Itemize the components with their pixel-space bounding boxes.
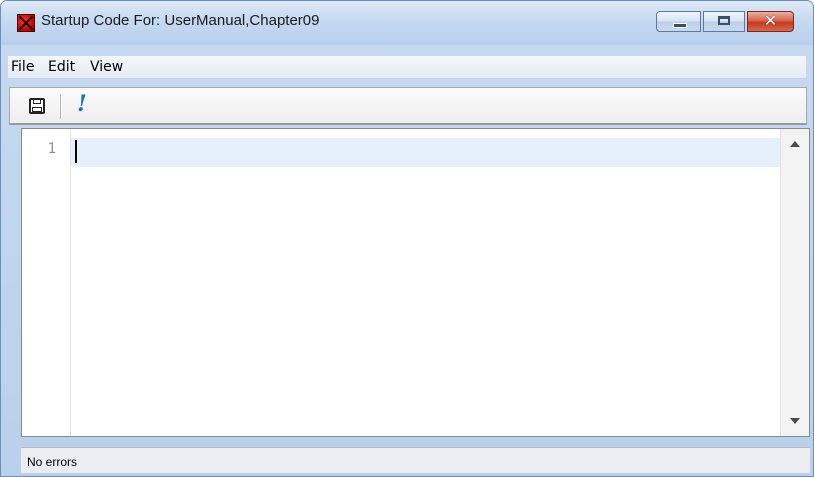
status-bar: No errors xyxy=(21,447,810,473)
menu-file[interactable]: File xyxy=(11,59,34,75)
maximize-button[interactable] xyxy=(703,11,745,32)
current-line-highlight xyxy=(71,138,781,167)
vertical-scrollbar[interactable] xyxy=(780,129,809,436)
minimize-icon xyxy=(673,23,687,28)
close-button[interactable]: ✕ xyxy=(747,11,794,32)
application-window: Startup Code For: UserManual,Chapter09 ✕… xyxy=(0,0,814,477)
line-number-gutter: 1 xyxy=(22,129,71,436)
maximize-icon xyxy=(718,16,730,25)
menu-bar: File Edit View xyxy=(8,56,806,79)
close-icon: ✕ xyxy=(763,11,778,30)
line-number: 1 xyxy=(47,141,56,157)
title-bar[interactable]: Startup Code For: UserManual,Chapter09 ✕ xyxy=(1,1,813,45)
app-icon[interactable] xyxy=(17,14,35,32)
scroll-up-icon[interactable] xyxy=(790,141,800,147)
menu-view[interactable]: View xyxy=(90,59,123,75)
run-exclamation-icon[interactable]: ! xyxy=(75,91,89,117)
text-cursor xyxy=(75,140,77,163)
minimize-button[interactable] xyxy=(656,11,701,32)
window-title: Startup Code For: UserManual,Chapter09 xyxy=(41,12,320,29)
menu-edit[interactable]: Edit xyxy=(48,59,75,75)
toolbar: ! xyxy=(9,87,807,125)
save-disk-icon[interactable] xyxy=(29,98,45,114)
code-editor[interactable]: 1 xyxy=(21,128,810,437)
toolbar-separator xyxy=(60,94,61,119)
scroll-down-icon[interactable] xyxy=(790,418,800,424)
status-text: No errors xyxy=(27,455,78,469)
